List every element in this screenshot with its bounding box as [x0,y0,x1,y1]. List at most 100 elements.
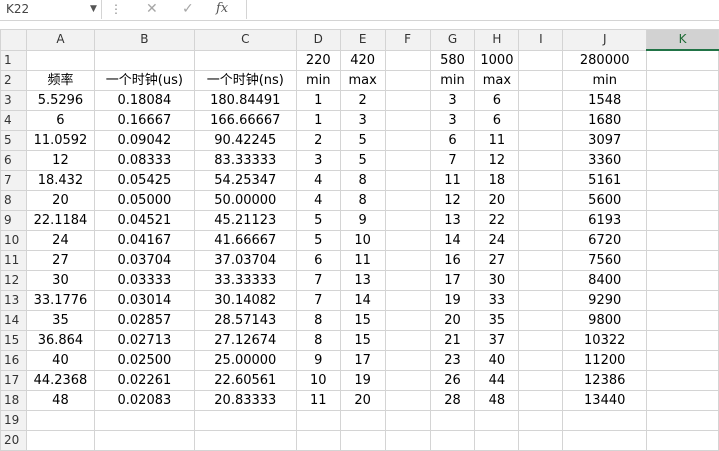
cell-c9[interactable]: 45.21123 [193,209,297,231]
cell-f13[interactable] [384,289,431,311]
cell-c17[interactable]: 22.60561 [193,369,297,391]
cell-a6[interactable]: 12 [25,149,95,171]
cell-a5[interactable]: 11.0592 [25,129,95,151]
cell-k6[interactable] [646,149,719,171]
cell-j12[interactable]: 8400 [562,269,648,291]
cell-i9[interactable] [518,209,564,231]
cell-f7[interactable] [384,169,431,191]
cell-j5[interactable]: 3097 [562,129,648,151]
cell-c20[interactable] [193,429,297,451]
cell-g6[interactable]: 7 [429,149,476,171]
cell-d4[interactable]: 1 [295,109,341,131]
column-header-d[interactable]: D [295,29,341,51]
row-header[interactable]: 14 [0,309,27,331]
cell-i14[interactable] [518,309,564,331]
cell-e6[interactable]: 5 [339,149,386,171]
row-header[interactable]: 2 [0,69,27,91]
row-header[interactable]: 8 [0,189,27,211]
cell-g10[interactable]: 14 [429,229,476,251]
cell-a18[interactable]: 48 [25,389,95,411]
cell-a17[interactable]: 44.2368 [25,369,95,391]
cell-k19[interactable] [646,409,719,431]
cell-f5[interactable] [384,129,431,151]
cell-c10[interactable]: 41.66667 [193,229,297,251]
row-header[interactable]: 18 [0,389,27,411]
cell-e2[interactable]: max [339,69,386,91]
cell-d17[interactable]: 10 [295,369,341,391]
cell-d5[interactable]: 2 [295,129,341,151]
cell-f19[interactable] [384,409,431,431]
cell-b6[interactable]: 0.08333 [93,149,195,171]
cell-d12[interactable]: 7 [295,269,341,291]
cell-j15[interactable]: 10322 [562,329,648,351]
cell-c6[interactable]: 83.33333 [193,149,297,171]
cell-b4[interactable]: 0.16667 [93,109,195,131]
cell-j2[interactable]: min [562,69,648,91]
cell-d2[interactable]: min [295,69,341,91]
cell-d18[interactable]: 11 [295,389,341,411]
cell-d13[interactable]: 7 [295,289,341,311]
cell-c7[interactable]: 54.25347 [193,169,297,191]
cell-g7[interactable]: 11 [429,169,476,191]
cell-j17[interactable]: 12386 [562,369,648,391]
cell-c19[interactable] [193,409,297,431]
cell-f14[interactable] [384,309,431,331]
cell-h5[interactable]: 11 [474,129,520,151]
cell-e10[interactable]: 10 [339,229,386,251]
column-header-h[interactable]: H [474,29,520,51]
cell-i4[interactable] [518,109,564,131]
cell-d6[interactable]: 3 [295,149,341,171]
column-header-k[interactable]: K [646,29,719,51]
cell-j18[interactable]: 13440 [562,389,648,411]
row-header[interactable]: 10 [0,229,27,251]
cell-j4[interactable]: 1680 [562,109,648,131]
cell-i8[interactable] [518,189,564,211]
cell-i12[interactable] [518,269,564,291]
cell-f20[interactable] [384,429,431,451]
cell-b8[interactable]: 0.05000 [93,189,195,211]
cell-h13[interactable]: 33 [474,289,520,311]
cell-e17[interactable]: 19 [339,369,386,391]
cancel-icon[interactable]: ✕ [146,0,158,18]
cell-d11[interactable]: 6 [295,249,341,271]
cell-h17[interactable]: 44 [474,369,520,391]
cell-h1[interactable]: 1000 [474,49,520,71]
cell-g13[interactable]: 19 [429,289,476,311]
cell-j13[interactable]: 9290 [562,289,648,311]
cell-i1[interactable] [518,49,564,71]
cell-b13[interactable]: 0.03014 [93,289,195,311]
cell-k14[interactable] [646,309,719,331]
row-header[interactable]: 6 [0,149,27,171]
cell-e7[interactable]: 8 [339,169,386,191]
column-header-c[interactable]: C [193,29,297,51]
cell-e4[interactable]: 3 [339,109,386,131]
cell-k9[interactable] [646,209,719,231]
cell-a16[interactable]: 40 [25,349,95,371]
cell-h7[interactable]: 18 [474,169,520,191]
cell-g18[interactable]: 28 [429,389,476,411]
cell-h9[interactable]: 22 [474,209,520,231]
cell-h20[interactable] [474,429,520,451]
cell-f2[interactable] [384,69,431,91]
cell-d16[interactable]: 9 [295,349,341,371]
row-header[interactable]: 3 [0,89,27,111]
row-header[interactable]: 9 [0,209,27,231]
cell-i7[interactable] [518,169,564,191]
cell-e3[interactable]: 2 [339,89,386,111]
column-header-j[interactable]: J [562,29,648,51]
cell-e8[interactable]: 8 [339,189,386,211]
cell-j9[interactable]: 6193 [562,209,648,231]
cell-c13[interactable]: 30.14082 [193,289,297,311]
cell-h10[interactable]: 24 [474,229,520,251]
enter-icon[interactable]: ✓ [182,0,194,18]
select-all-corner[interactable] [0,29,27,51]
cell-f17[interactable] [384,369,431,391]
cell-b16[interactable]: 0.02500 [93,349,195,371]
cell-i20[interactable] [518,429,564,451]
cell-c18[interactable]: 20.83333 [193,389,297,411]
cell-c8[interactable]: 50.00000 [193,189,297,211]
cell-i10[interactable] [518,229,564,251]
column-header-a[interactable]: A [25,29,95,51]
cell-h8[interactable]: 20 [474,189,520,211]
cell-e1[interactable]: 420 [339,49,386,71]
